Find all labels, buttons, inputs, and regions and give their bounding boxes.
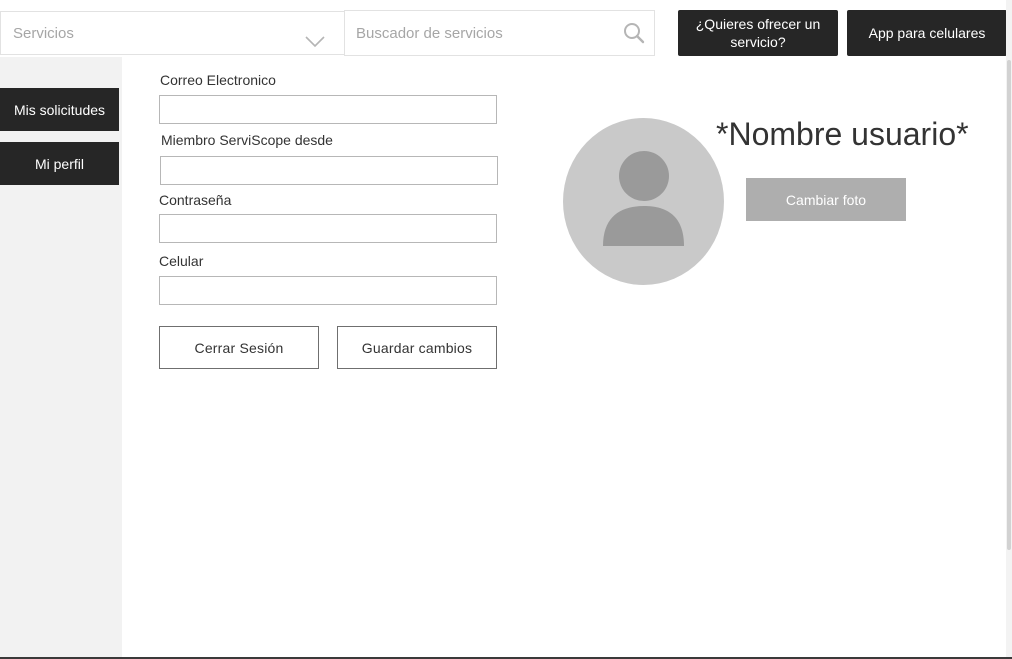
avatar — [563, 118, 724, 285]
vertical-scrollbar[interactable] — [1006, 0, 1012, 659]
category-select[interactable]: Servicios — [0, 11, 345, 55]
change-photo-button[interactable]: Cambiar foto — [746, 178, 906, 221]
member-since-label: Miembro ServiScope desde — [161, 132, 333, 148]
password-field[interactable] — [159, 214, 497, 243]
logout-button-label: Cerrar Sesión — [194, 339, 284, 356]
mobile-app-button[interactable]: App para celulares — [847, 10, 1007, 56]
change-photo-button-label: Cambiar foto — [785, 191, 867, 208]
offer-service-button[interactable]: ¿Quieres ofrecer un servicio? — [678, 10, 838, 56]
sidebar-item-mis-solicitudes[interactable]: Mis solicitudes — [0, 88, 119, 131]
search-icon[interactable] — [623, 22, 645, 44]
phone-field[interactable] — [159, 276, 497, 305]
password-label: Contraseña — [159, 192, 232, 208]
save-changes-button-label: Guardar cambios — [361, 339, 473, 356]
sidebar-item-mi-perfil[interactable]: Mi perfil — [0, 142, 119, 185]
category-select-value: Servicios — [13, 25, 74, 42]
user-silhouette-icon — [603, 151, 684, 246]
save-changes-button[interactable]: Guardar cambios — [337, 326, 497, 369]
offer-service-label: ¿Quieres ofrecer un servicio? — [695, 16, 821, 50]
sidebar-item-label: Mi perfil — [34, 155, 84, 172]
sidebar: Mis solicitudes Mi perfil — [0, 57, 122, 657]
logout-button[interactable]: Cerrar Sesión — [159, 326, 319, 369]
member-since-field[interactable] — [160, 156, 498, 185]
chevron-down-icon — [305, 36, 325, 48]
email-label: Correo Electronico — [160, 72, 276, 88]
username: *Nombre usuario* — [716, 116, 969, 152]
email-field[interactable] — [159, 95, 497, 124]
scrollbar-thumb[interactable] — [1007, 60, 1011, 550]
search-placeholder: Buscador de servicios — [356, 25, 503, 42]
phone-label: Celular — [159, 253, 204, 269]
search-input[interactable]: Buscador de servicios — [344, 10, 655, 56]
sidebar-item-label: Mis solicitudes — [13, 101, 106, 118]
mobile-app-label: App para celulares — [868, 25, 986, 41]
